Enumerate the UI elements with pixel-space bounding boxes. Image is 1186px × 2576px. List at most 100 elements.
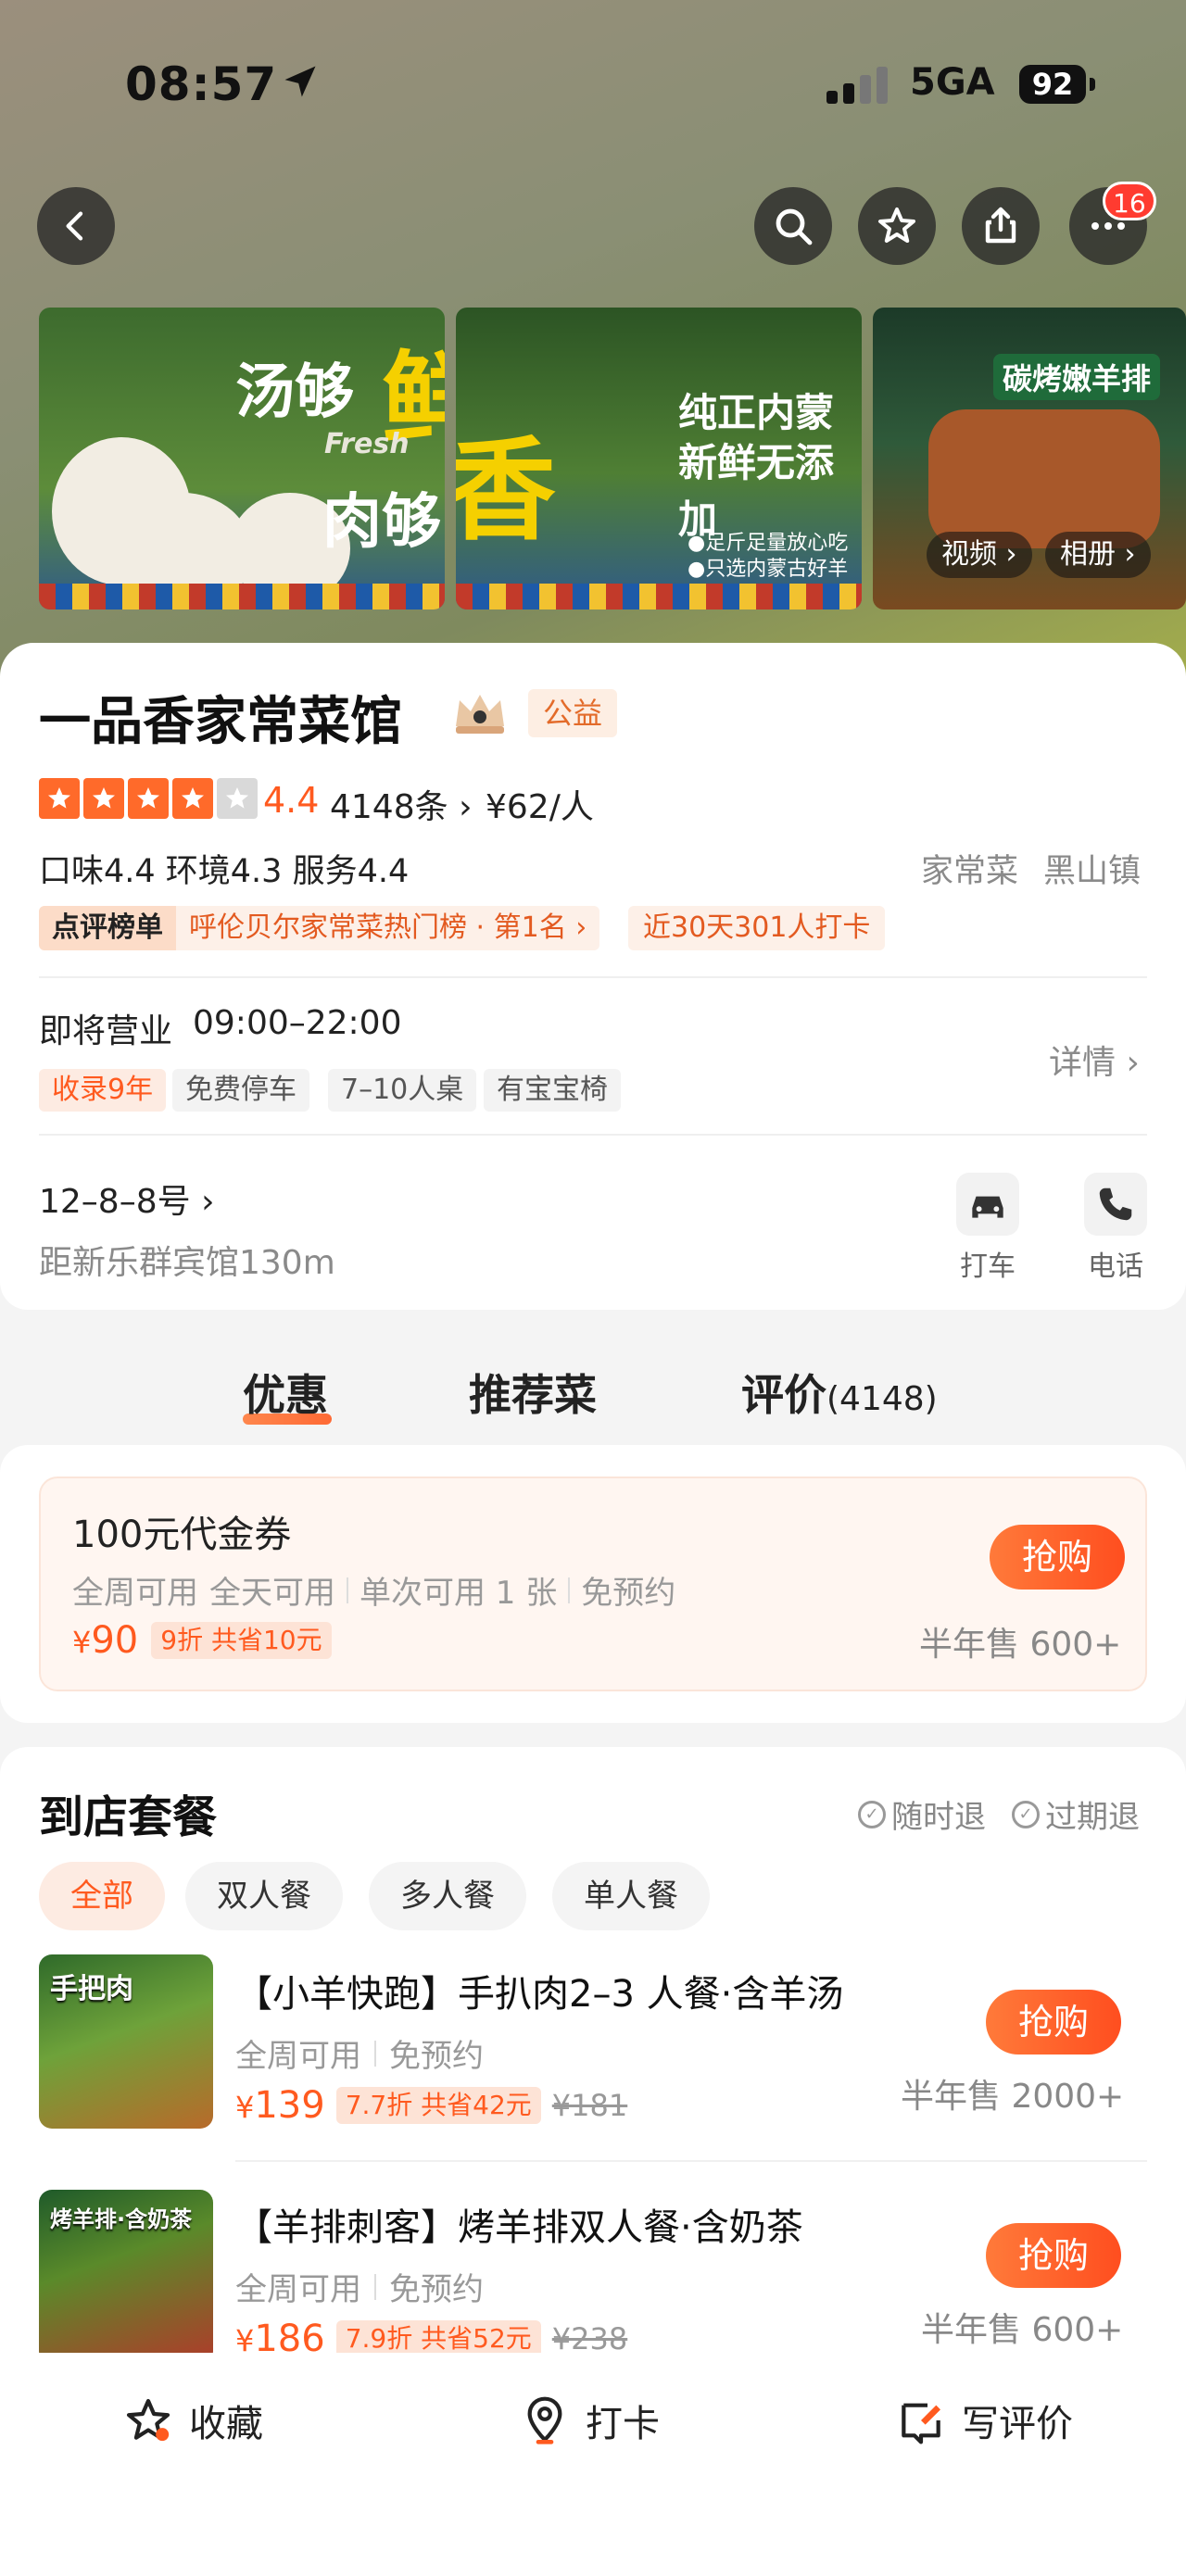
star-outline-icon <box>878 207 915 243</box>
voucher-price: 90 <box>91 1619 139 1662</box>
package-sold: 半年售 2000+ <box>901 2078 1125 2116</box>
currency-symbol: ¥ <box>235 2090 255 2125</box>
package-buy-button[interactable]: 抢购 <box>986 2223 1121 2288</box>
separator <box>347 1577 348 1603</box>
package-thumbnail-label: 烤羊排·含奶茶 <box>50 2206 193 2232</box>
share-button[interactable] <box>962 187 1040 265</box>
voucher-conditions: 全周可用 全天可用 单次可用 1 张 免预约 <box>72 1567 675 1613</box>
chip-years: 收录9年 <box>39 1069 167 1112</box>
checkin-count[interactable]: 近30天301人打卡 <box>628 906 886 950</box>
tab-reviews-label: 评价 <box>741 1370 826 1420</box>
share-icon <box>985 207 1016 244</box>
bottom-favorite-label: 收藏 <box>189 2403 263 2445</box>
sub-scores: 口味4.4 环境4.3 服务4.4 <box>39 853 410 890</box>
ranking-label: 点评榜单 <box>39 906 176 950</box>
phone-icon <box>1084 1173 1147 1236</box>
tab-offers[interactable]: 优惠 <box>243 1362 328 1423</box>
filter-multi-person[interactable]: 多人餐 <box>369 1862 526 1930</box>
banner1-line2: 肉够 <box>322 488 441 557</box>
refund-expired: ✓ 过期退 <box>1012 1791 1140 1837</box>
notification-badge: 16 <box>1103 182 1156 220</box>
banner-image-2[interactable]: 香 纯正内蒙 新鲜无添加 ●足斤足量放心吃 ●只选内蒙古好羊肉 <box>456 308 862 609</box>
package-name[interactable]: 【小羊快跑】手扒肉2–3 人餐·含羊汤 <box>235 1964 843 2017</box>
voucher-buy-button[interactable]: 抢购 <box>990 1525 1125 1590</box>
status-bar: 08:57 5GA 92 <box>0 52 1186 117</box>
star-icon <box>39 778 80 819</box>
phone-label: 电话 <box>1088 1250 1143 1283</box>
divider <box>39 976 1147 978</box>
package-price: 139 <box>254 2084 325 2127</box>
refund-anytime-label: 随时退 <box>891 1799 986 1836</box>
package-use: 全周可用 <box>235 2038 361 2075</box>
voucher-condition: 免预约 <box>581 1575 676 1612</box>
tab-recommended[interactable]: 推荐菜 <box>469 1362 597 1423</box>
distance: 距新乐群宾馆130m <box>39 1244 335 1282</box>
bottom-checkin-button[interactable]: 打卡 <box>519 2394 660 2447</box>
ranking-link[interactable]: 点评榜单 呼伦贝尔家常菜热门榜 · 第1名 › <box>39 906 600 950</box>
package-price-row: ¥139 7.7折 共省42元 ¥181 <box>235 2084 627 2127</box>
check-circle-icon: ✓ <box>1012 1800 1040 1828</box>
tab-reviews-count: (4148) <box>826 1380 938 1418</box>
rating-stars <box>39 778 258 819</box>
coupon-section: 100元代金券 全周可用 全天可用 单次可用 1 张 免预约 ¥90 9折 共省… <box>0 1445 1186 1723</box>
location-pin-icon <box>527 2396 562 2444</box>
package-thumbnail[interactable]: 烤羊排·含奶茶 <box>39 2190 213 2364</box>
opening-hours: 09:00–22:00 <box>193 1004 402 1042</box>
voucher-condition: 单次可用 1 张 <box>360 1575 558 1612</box>
package-conditions: 全周可用 免预约 <box>235 2264 484 2309</box>
separator <box>374 2040 376 2067</box>
video-button[interactable]: 视频 › <box>927 532 1032 578</box>
album-button-label: 相册 <box>1060 538 1116 571</box>
phone-button[interactable]: 电话 <box>1079 1173 1153 1284</box>
star-icon <box>83 778 124 819</box>
filter-all[interactable]: 全部 <box>39 1862 165 1930</box>
voucher-card[interactable]: 100元代金券 全周可用 全天可用 单次可用 1 张 免预约 ¥90 9折 共省… <box>39 1476 1147 1691</box>
rating-score: 4.4 <box>263 780 320 821</box>
favorite-button[interactable] <box>858 187 936 265</box>
address: 12–8–8号 <box>39 1183 191 1221</box>
banner3-title: 碳烤嫩羊排 <box>993 354 1161 400</box>
album-button[interactable]: 相册 › <box>1045 532 1151 578</box>
bottom-favorite-button[interactable]: 收藏 <box>122 2394 263 2447</box>
divider <box>235 2160 1147 2162</box>
package-discount: 7.7折 共省42元 <box>335 2087 541 2124</box>
shop-category: 家常菜 <box>921 853 1019 890</box>
battery-tip <box>1090 78 1095 91</box>
shop-name: 一品香家常菜馆 <box>39 692 402 752</box>
separator <box>568 1577 571 1603</box>
package-original-price: ¥181 <box>551 2088 628 2123</box>
write-review-icon <box>902 2403 940 2444</box>
filter-two-person[interactable]: 双人餐 <box>185 1862 343 1930</box>
search-button[interactable] <box>754 187 832 265</box>
avg-price: ¥62/人 <box>486 788 594 826</box>
voucher-price-row: ¥90 9折 共省10元 <box>72 1619 332 1662</box>
voucher-discount: 9折 共省10元 <box>151 1622 332 1659</box>
package-thumbnail[interactable]: 手把肉 <box>39 1954 213 2129</box>
network-type: 5GA <box>910 61 995 104</box>
back-button[interactable] <box>37 187 115 265</box>
package-name[interactable]: 【羊排刺客】烤羊排双人餐·含奶茶 <box>235 2197 803 2251</box>
review-count-link[interactable]: 4148条 › <box>330 780 472 828</box>
banner-image-1[interactable]: 汤够 鲜 Fresh 肉够 <box>39 308 445 609</box>
package-discount: 7.9折 共省52元 <box>335 2320 541 2357</box>
tab-reviews[interactable]: 评价(4148) <box>741 1362 938 1423</box>
bottom-review-button[interactable]: 写评价 <box>895 2394 1073 2447</box>
divider <box>39 1134 1147 1136</box>
banner-image-3[interactable]: 碳烤嫩羊排 视频 › 相册 › <box>873 308 1186 609</box>
package-buy-button[interactable]: 抢购 <box>986 1990 1121 2055</box>
currency-symbol: ¥ <box>72 1625 92 1660</box>
filter-single[interactable]: 单人餐 <box>552 1862 710 1930</box>
signal-icon <box>826 67 888 104</box>
voucher-condition: 全天可用 <box>209 1575 335 1612</box>
voucher-condition: 全周可用 <box>72 1575 198 1612</box>
star-empty-icon <box>217 778 258 819</box>
packages-section: 到店套餐 ✓ 随时退 ✓ 过期退 全部 双人餐 多人餐 单人餐 手把肉 【小羊快跑】… <box>0 1747 1186 2395</box>
shop-area: 黑山镇 <box>1043 853 1142 890</box>
shop-info-card: 一品香家常菜馆 公益 4.4 4148条 › ¥62/人 口味4.4 环境4.3… <box>0 643 1186 1310</box>
taxi-label: 打车 <box>960 1250 1016 1283</box>
details-link[interactable]: 详情 › <box>1049 1036 1140 1084</box>
taxi-button[interactable]: 打车 <box>951 1173 1025 1284</box>
address-link[interactable]: 12–8–8号 › <box>39 1175 214 1223</box>
section-tabs: 优惠 推荐菜 评价(4148) <box>0 1343 1186 1436</box>
lamb-chop-graphic <box>928 409 1160 548</box>
